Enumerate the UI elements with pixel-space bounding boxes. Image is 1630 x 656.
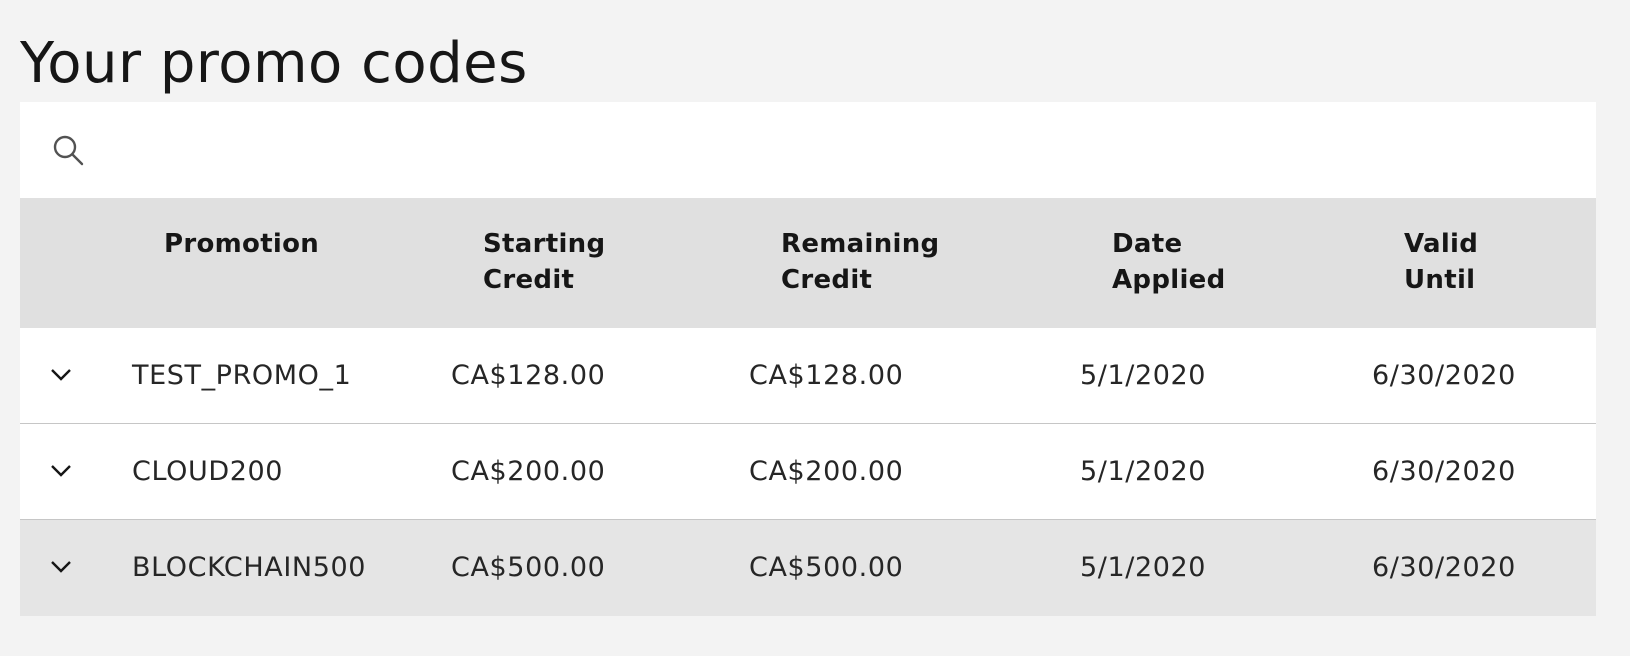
cell-promotion: BLOCKCHAIN500: [132, 552, 367, 583]
table-row[interactable]: TEST_PROMO_1 CA$128.00 CA$128.00 5/1/202…: [20, 328, 1596, 424]
cell-date-applied: 5/1/2020: [1080, 456, 1207, 487]
column-header-valid-until[interactable]: Valid Until: [1404, 226, 1478, 298]
column-header-starting-credit-line1: Starting: [483, 229, 606, 259]
page-title: Your promo codes: [20, 31, 528, 96]
promo-codes-page: Your promo codes Promotion Starting Cred…: [0, 0, 1630, 656]
column-header-valid-until-line1: Valid: [1404, 229, 1479, 259]
cell-promotion: TEST_PROMO_1: [132, 360, 352, 391]
column-header-date-applied[interactable]: Date Applied: [1112, 226, 1226, 298]
cell-starting-credit: CA$200.00: [451, 456, 606, 487]
search-input[interactable]: [84, 101, 1596, 199]
column-header-date-applied-line2: Applied: [1112, 265, 1226, 295]
cell-remaining-credit: CA$128.00: [749, 360, 904, 391]
search-icon[interactable]: [52, 134, 84, 166]
cell-starting-credit: CA$500.00: [451, 552, 606, 583]
column-header-promotion-line1: Promotion: [164, 229, 320, 259]
cell-date-applied: 5/1/2020: [1080, 360, 1207, 391]
chevron-down-icon[interactable]: [46, 360, 76, 390]
column-header-remaining-credit-line1: Remaining: [781, 229, 940, 259]
column-header-promotion[interactable]: Promotion: [164, 226, 319, 262]
column-header-valid-until-line2: Until: [1404, 265, 1476, 295]
table-row[interactable]: BLOCKCHAIN500 CA$500.00 CA$500.00 5/1/20…: [20, 520, 1596, 616]
column-header-starting-credit[interactable]: Starting Credit: [483, 226, 605, 298]
chevron-down-icon[interactable]: [46, 456, 76, 486]
cell-remaining-credit: CA$500.00: [749, 552, 904, 583]
column-header-starting-credit-line2: Credit: [483, 265, 575, 295]
column-header-date-applied-line1: Date: [1112, 229, 1183, 259]
cell-valid-until: 6/30/2020: [1372, 360, 1516, 391]
table-search-bar: [20, 101, 1596, 199]
cell-valid-until: 6/30/2020: [1372, 552, 1516, 583]
cell-remaining-credit: CA$200.00: [749, 456, 904, 487]
chevron-down-icon[interactable]: [46, 552, 76, 582]
cell-valid-until: 6/30/2020: [1372, 456, 1516, 487]
table-header-row: Promotion Starting Credit Remaining Cred…: [20, 198, 1596, 328]
cell-starting-credit: CA$128.00: [451, 360, 606, 391]
promo-codes-table: Promotion Starting Credit Remaining Cred…: [20, 101, 1596, 616]
cell-date-applied: 5/1/2020: [1080, 552, 1207, 583]
column-header-remaining-credit-line2: Credit: [781, 265, 873, 295]
table-row[interactable]: CLOUD200 CA$200.00 CA$200.00 5/1/2020 6/…: [20, 424, 1596, 520]
column-header-remaining-credit[interactable]: Remaining Credit: [781, 226, 939, 298]
cell-promotion: CLOUD200: [132, 456, 284, 487]
